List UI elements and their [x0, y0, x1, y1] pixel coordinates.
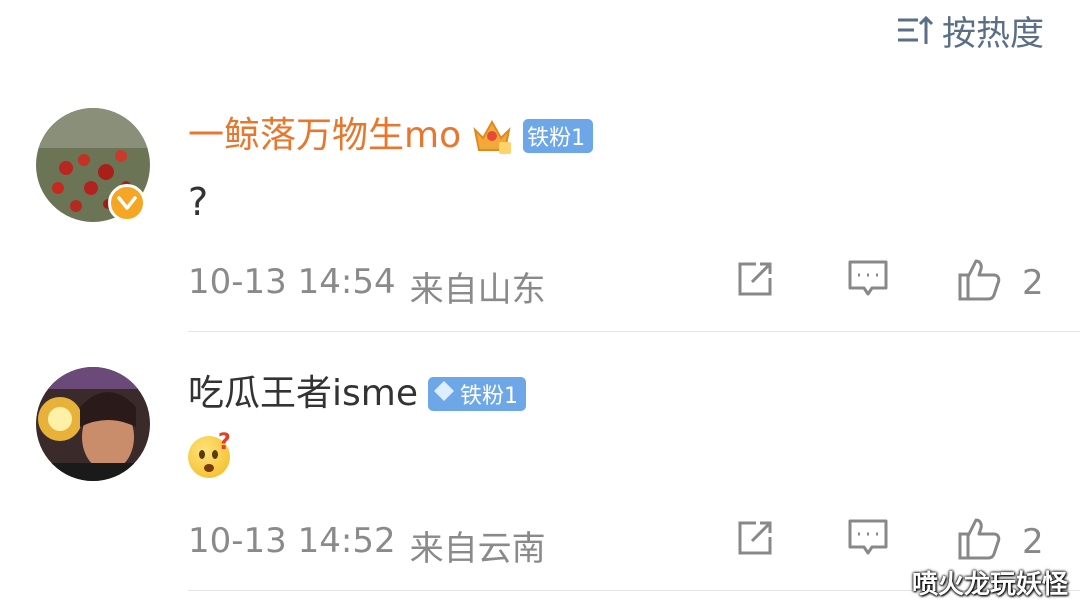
share-button[interactable]: [734, 517, 776, 568]
like-button[interactable]: 2: [956, 516, 1044, 569]
comment-icon: [846, 258, 890, 309]
diamond-icon: [432, 379, 456, 409]
like-count: 2: [1022, 522, 1044, 562]
comment-location: 来自云南: [409, 529, 546, 569]
thumbs-up-icon: [956, 516, 1002, 569]
share-icon: [734, 258, 776, 309]
comment-time: 10-13 14:52: [188, 521, 396, 561]
comment-location: 来自山东: [409, 270, 546, 310]
avatar[interactable]: [36, 367, 150, 481]
username[interactable]: 吃瓜王者isme: [188, 372, 418, 416]
comment-time: 10-13 14:54: [188, 262, 396, 302]
divider: [188, 331, 1080, 332]
watermark: 喷火龙玩妖怪: [911, 570, 1068, 600]
reply-button[interactable]: [846, 258, 890, 309]
share-button[interactable]: [734, 258, 776, 309]
confused-emoji-icon: ?: [188, 430, 231, 478]
comment-icon: [846, 517, 890, 568]
fan-badge: 铁粉1: [427, 377, 526, 411]
thumbs-up-icon: [956, 257, 1002, 310]
like-count: 2: [1022, 263, 1044, 303]
reply-button[interactable]: [846, 517, 890, 568]
badge-label: 铁粉1: [459, 384, 518, 409]
comment-item: 吃瓜王者isme 铁粉1 ? 10-13 14:52 来自云南 2: [0, 0, 1080, 591]
share-icon: [734, 517, 776, 568]
like-button[interactable]: 2: [956, 257, 1044, 310]
